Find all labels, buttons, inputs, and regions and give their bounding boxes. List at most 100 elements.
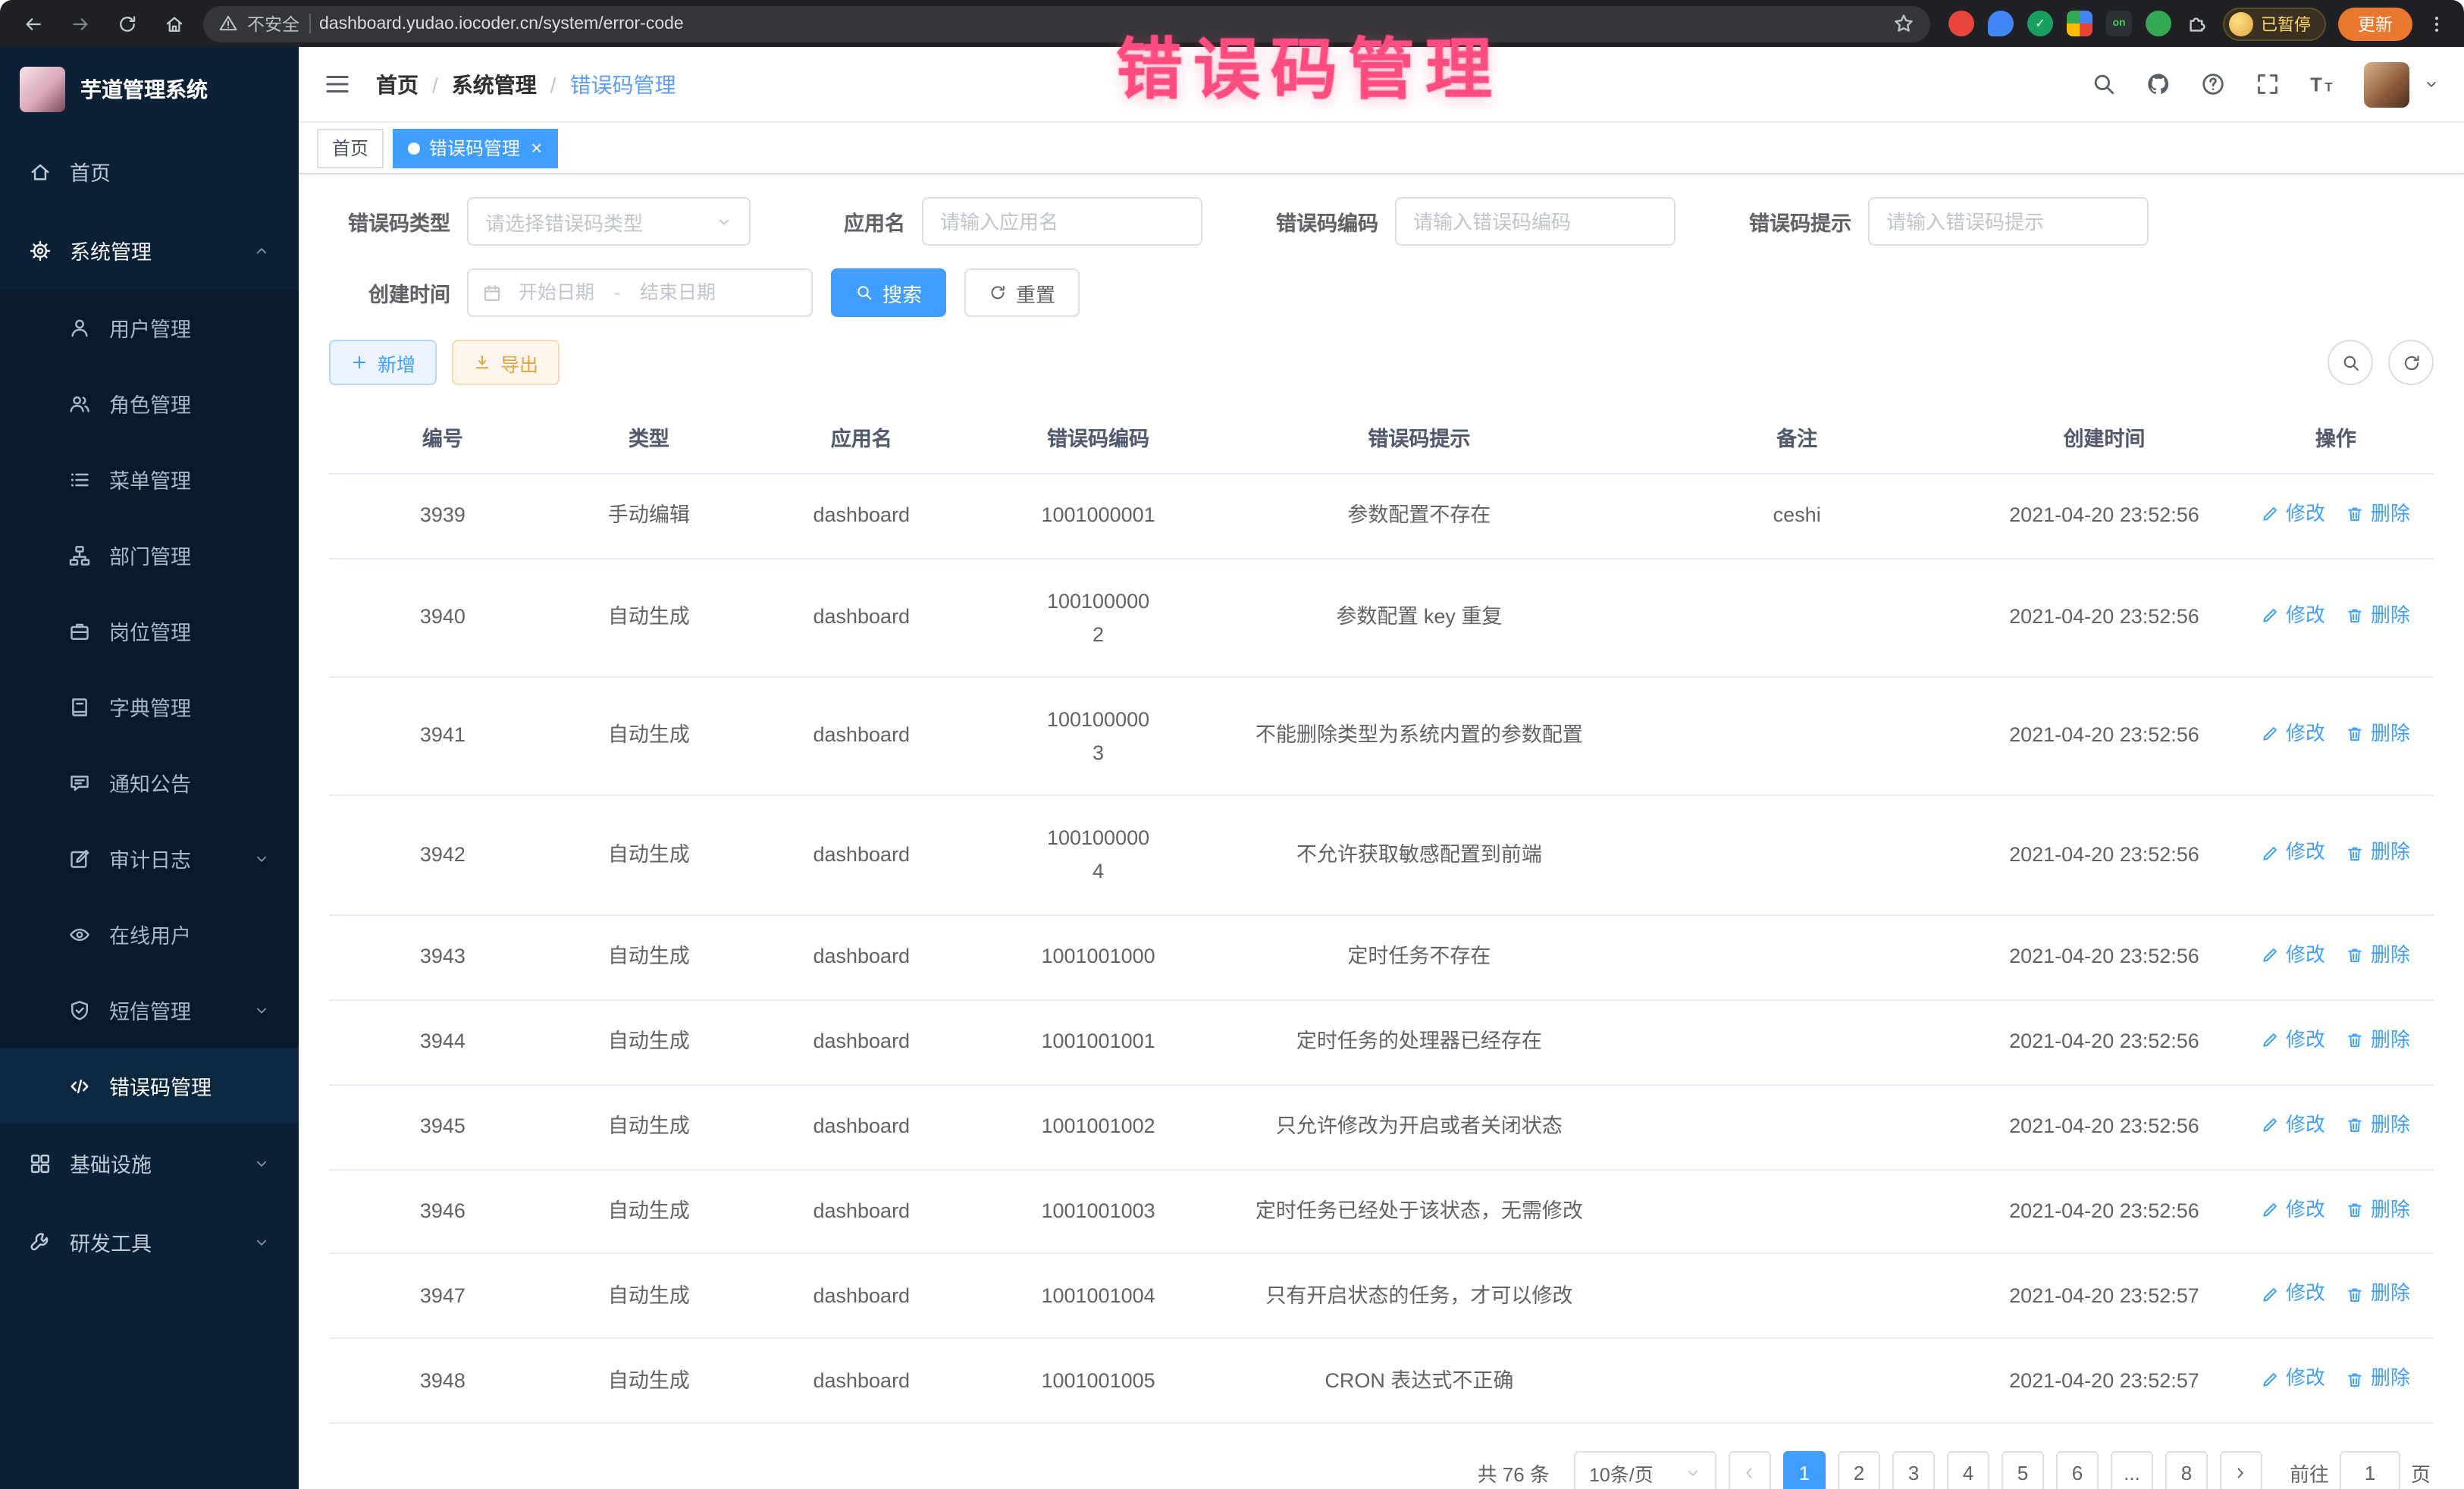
back-icon[interactable]	[15, 6, 50, 41]
hamburger-icon[interactable]	[323, 70, 352, 99]
error-type-select[interactable]: 请选择错误码类型	[467, 197, 751, 246]
chevron-down-icon[interactable]	[2423, 76, 2440, 92]
cell-id: 3948	[329, 1339, 556, 1424]
page-button-1[interactable]: 1	[1783, 1452, 1826, 1489]
breadcrumb-item[interactable]: 系统管理	[452, 69, 537, 99]
export-button[interactable]: 导出	[452, 340, 560, 385]
sidebar-item-audit-log[interactable]: 审计日志	[0, 820, 299, 896]
page-button-6[interactable]: 6	[2056, 1452, 2099, 1489]
font-size-icon[interactable]: TT	[2309, 71, 2335, 97]
not-secure-label[interactable]: 不安全	[247, 11, 299, 36]
page-button-8[interactable]: 8	[2165, 1452, 2208, 1489]
forward-icon[interactable]	[62, 6, 97, 41]
chrome-menu-icon[interactable]	[2425, 6, 2449, 41]
sidebar-item-user-management[interactable]: 用户管理	[0, 290, 299, 365]
sidebar-item-role-management[interactable]: 角色管理	[0, 365, 299, 441]
user-avatar[interactable]	[2364, 61, 2409, 107]
delete-button[interactable]: 删除	[2346, 1196, 2410, 1223]
url-text[interactable]: dashboard.yudao.iocoder.cn/system/error-…	[319, 14, 684, 33]
tab-错误码管理[interactable]: 错误码管理×	[393, 128, 557, 168]
date-range-picker[interactable]: -	[467, 268, 813, 317]
page-size-select[interactable]: 10条/页	[1574, 1452, 1716, 1489]
breadcrumb-separator: /	[432, 72, 438, 96]
toggle-search-button[interactable]	[2328, 340, 2373, 385]
page-ellipsis[interactable]: ...	[2111, 1452, 2153, 1489]
breadcrumb-item[interactable]: 首页	[376, 69, 419, 99]
error-hint-input[interactable]	[1868, 197, 2149, 246]
check-extension-icon[interactable]: ✓	[2027, 11, 2053, 36]
fullscreen-icon[interactable]	[2255, 71, 2281, 97]
sidebar-item-home[interactable]: 首页	[0, 132, 299, 211]
edit-button[interactable]: 修改	[2262, 1111, 2325, 1138]
green-dot-extension-icon[interactable]	[2146, 11, 2171, 36]
delete-button[interactable]: 删除	[2346, 1026, 2410, 1053]
delete-button[interactable]: 删除	[2346, 1365, 2410, 1393]
edit-button[interactable]: 修改	[2262, 500, 2325, 528]
browser-home-icon[interactable]	[156, 6, 191, 41]
page-button-4[interactable]: 4	[1947, 1452, 1989, 1489]
profile-paused-badge[interactable]: 已暂停	[2223, 7, 2326, 40]
edit-button[interactable]: 修改	[2262, 1026, 2325, 1053]
url-bar[interactable]: 不安全 dashboard.yudao.iocoder.cn/system/er…	[203, 5, 1930, 42]
sidebar-item-post-management[interactable]: 岗位管理	[0, 593, 299, 669]
page-button-5[interactable]: 5	[2002, 1452, 2044, 1489]
record-extension-icon[interactable]	[1948, 11, 1974, 36]
sidebar-item-online-user[interactable]: 在线用户	[0, 896, 299, 972]
edit-button[interactable]: 修改	[2262, 1196, 2325, 1223]
sidebar-item-system-management[interactable]: 系统管理	[0, 211, 299, 290]
sidebar-item-infrastructure[interactable]: 基础设施	[0, 1124, 299, 1202]
edit-button[interactable]: 修改	[2262, 941, 2325, 968]
search-button[interactable]: 搜索	[831, 268, 946, 317]
next-page-button[interactable]	[2220, 1452, 2262, 1489]
sidebar-item-menu-management[interactable]: 菜单管理	[0, 441, 299, 517]
goto-page-input[interactable]	[2340, 1452, 2400, 1489]
delete-button[interactable]: 删除	[2346, 602, 2410, 629]
topbar: 首页/系统管理/错误码管理 TT	[299, 47, 2464, 123]
cell-actions: 修改删除	[2238, 914, 2434, 999]
edit-button[interactable]: 修改	[2262, 1281, 2325, 1308]
puzzle-extension-icon[interactable]	[2185, 11, 2211, 36]
delete-button[interactable]: 删除	[2346, 1111, 2410, 1138]
start-date-input[interactable]	[506, 282, 607, 303]
sidebar-logo[interactable]: 芋道管理系统	[0, 47, 299, 132]
tab-close-icon[interactable]: ×	[531, 138, 542, 158]
delete-button[interactable]: 删除	[2346, 941, 2410, 968]
help-icon[interactable]	[2200, 71, 2226, 97]
error-code-input[interactable]	[1395, 197, 1676, 246]
refresh-table-button[interactable]	[2388, 340, 2434, 385]
sidebar-item-dev-tools[interactable]: 研发工具	[0, 1202, 299, 1281]
delete-button[interactable]: 删除	[2346, 839, 2410, 867]
edit-button[interactable]: 修改	[2262, 1365, 2325, 1393]
colors-grid-extension-icon[interactable]	[2067, 11, 2093, 36]
location-extension-icon[interactable]	[1988, 11, 2014, 36]
app-name-input[interactable]	[922, 197, 1202, 246]
cell-type: 自动生成	[556, 1339, 741, 1424]
edit-button[interactable]: 修改	[2262, 721, 2325, 748]
page-button-2[interactable]: 2	[1838, 1452, 1880, 1489]
switch-on-extension-icon[interactable]: on	[2106, 11, 2132, 36]
edit-button[interactable]: 修改	[2262, 839, 2325, 867]
prev-page-button[interactable]	[1729, 1452, 1771, 1489]
delete-button[interactable]: 删除	[2346, 1281, 2410, 1308]
page-button-3[interactable]: 3	[1892, 1452, 1935, 1489]
bookmark-star-icon[interactable]	[1892, 12, 1915, 35]
tab-首页[interactable]: 首页	[317, 128, 384, 168]
reload-icon[interactable]	[109, 6, 144, 41]
sidebar-item-dict-management[interactable]: 字典管理	[0, 669, 299, 744]
sidebar-item-dept-management[interactable]: 部门管理	[0, 517, 299, 593]
github-icon[interactable]	[2146, 71, 2171, 97]
add-button[interactable]: 新增	[329, 340, 437, 385]
profile-avatar-icon	[2229, 11, 2253, 36]
sidebar-item-notice[interactable]: 通知公告	[0, 744, 299, 820]
search-icon[interactable]	[2091, 71, 2117, 97]
cell-code: 1001000003	[982, 677, 1215, 795]
reset-button[interactable]: 重置	[964, 268, 1080, 317]
dict-icon	[68, 695, 91, 718]
chrome-update-button[interactable]: 更新	[2338, 7, 2412, 40]
sidebar-item-sms-management[interactable]: 短信管理	[0, 972, 299, 1048]
end-date-input[interactable]	[628, 282, 728, 303]
delete-button[interactable]: 删除	[2346, 721, 2410, 748]
delete-button[interactable]: 删除	[2346, 500, 2410, 528]
edit-button[interactable]: 修改	[2262, 602, 2325, 629]
sidebar-item-error-code-management[interactable]: 错误码管理	[0, 1048, 299, 1124]
